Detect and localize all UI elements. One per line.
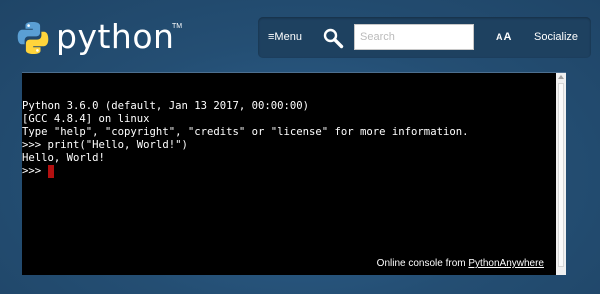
trademark-mark: TM (172, 23, 183, 30)
pythonanywhere-link[interactable]: PythonAnywhere (468, 258, 544, 269)
python-logo[interactable]: python TM (14, 16, 182, 60)
text-size-small-label: A (496, 32, 504, 42)
console-scrollbar[interactable] (556, 73, 566, 275)
socialize-button[interactable]: Socialize (534, 17, 578, 58)
logo-wordmark: python (56, 16, 175, 56)
console-line: Hello, World! (22, 152, 105, 164)
console-line: >>> print("Hello, World!") (22, 139, 188, 151)
text-cursor (47, 165, 54, 178)
credit-prefix: Online console from (376, 258, 469, 269)
text-size-button[interactable]: AA (496, 17, 512, 58)
console-prompt: >>> (22, 165, 48, 177)
text-size-large-label: A (503, 31, 513, 43)
console-credit: Online console from PythonAnywhere (377, 258, 544, 269)
search-input[interactable] (354, 24, 474, 50)
scroll-up-arrow-icon[interactable] (558, 75, 564, 79)
magnifier-icon[interactable] (322, 27, 344, 49)
console-prompt-line[interactable]: >>> (22, 165, 468, 178)
console-line: Python 3.6.0 (default, Jan 13 2017, 00:0… (22, 100, 310, 112)
python-console[interactable]: Python 3.6.0 (default, Jan 13 2017, 00:0… (22, 72, 566, 275)
menu-label: Menu (274, 31, 302, 43)
menu-button[interactable]: ≡Menu (268, 17, 302, 58)
python-logo-icon (17, 22, 49, 54)
console-output: Python 3.6.0 (default, Jan 13 2017, 00:0… (22, 73, 468, 204)
console-line: Type "help", "copyright", "credits" or "… (22, 126, 469, 138)
console-line: [GCC 4.8.4] on linux (22, 113, 150, 125)
scrollbar-thumb[interactable] (558, 83, 564, 267)
top-toolbar: ≡Menu AA Socialize (258, 17, 591, 58)
